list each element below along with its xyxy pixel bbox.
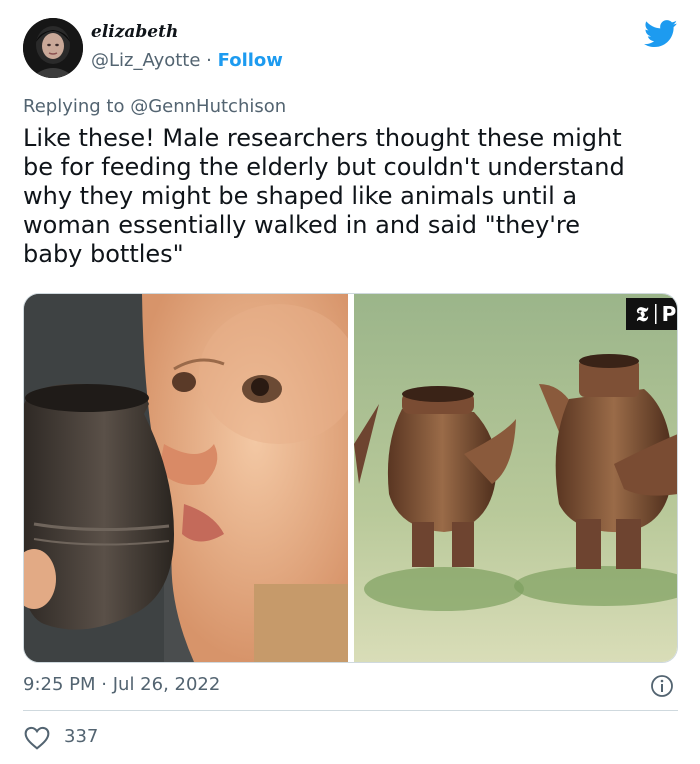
tweet-card: elizabeth @Liz_Ayotte · Follow Replying … — [0, 0, 700, 764]
divider — [23, 710, 678, 711]
media-image-right[interactable]: 𝕿 P — [354, 294, 678, 662]
tweet-date: Jul 26, 2022 — [112, 674, 221, 695]
like-count: 337 — [64, 726, 99, 747]
tweet-media[interactable]: 𝕿 P — [23, 293, 678, 663]
reply-context: Replying to @GennHutchison — [23, 96, 286, 117]
follow-button[interactable]: Follow — [218, 50, 283, 71]
twitter-bird-icon[interactable] — [644, 20, 678, 48]
tweet-text: Like these! Male researchers thought the… — [23, 124, 625, 268]
tweet-timestamp[interactable]: 9:25 PM · Jul 26, 2022 — [23, 674, 220, 695]
avatar[interactable] — [23, 18, 83, 78]
media-image-left[interactable] — [24, 294, 348, 662]
author-handle[interactable]: @Liz_Ayotte — [91, 50, 200, 71]
timestamp-separator: · — [101, 674, 107, 695]
avatar-image — [23, 18, 83, 78]
author-handle-row: @Liz_Ayotte · Follow — [91, 50, 283, 71]
author-display-name[interactable]: elizabeth — [91, 22, 178, 42]
nyt-logo-icon: 𝕿 — [636, 302, 649, 326]
reply-prefix: Replying to — [23, 96, 125, 117]
media-watermark: P — [662, 302, 677, 326]
handle-separator: · — [206, 50, 212, 71]
heart-icon[interactable] — [23, 725, 51, 750]
info-icon[interactable] — [650, 674, 674, 698]
tweet-time: 9:25 PM — [23, 674, 96, 695]
reply-to-user[interactable]: @GennHutchison — [130, 96, 286, 117]
